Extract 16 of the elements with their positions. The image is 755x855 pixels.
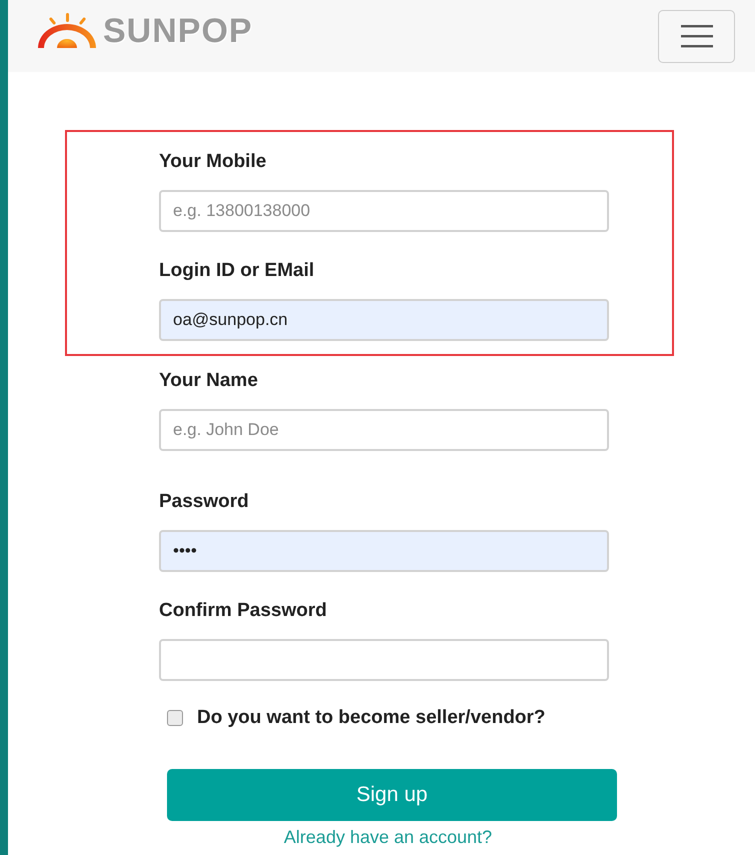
field-label: Your Mobile xyxy=(159,151,268,173)
sun-logo-icon xyxy=(35,12,99,50)
input-field[interactable]: e.g. 13800138000 xyxy=(159,190,609,232)
menu-button[interactable] xyxy=(658,10,735,62)
input-field[interactable]: oa@sunpop.cn xyxy=(159,299,609,341)
input-field[interactable] xyxy=(159,639,609,681)
field-label: Your Name xyxy=(159,370,259,392)
logo-text: SUNPOP xyxy=(103,12,253,50)
field-label: Password xyxy=(159,491,250,513)
input-field[interactable]: e.g. John Doe xyxy=(159,409,609,451)
field-label: Confirm Password xyxy=(159,600,328,622)
checkbox-label: Do you want to become seller/vendor? xyxy=(197,707,546,729)
checkbox[interactable] xyxy=(167,710,183,726)
input-field[interactable]: •••• xyxy=(159,530,609,572)
menu-icon xyxy=(680,24,712,48)
field-label: Login ID or EMail xyxy=(159,260,316,282)
